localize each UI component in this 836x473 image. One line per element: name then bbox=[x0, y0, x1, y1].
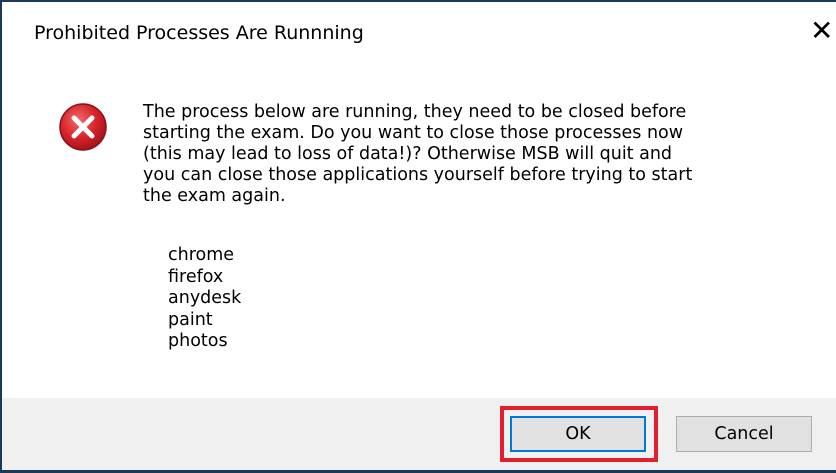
window-border-top bbox=[0, 0, 836, 2]
close-icon[interactable]: ✕ bbox=[810, 14, 836, 48]
process-item: anydesk bbox=[168, 288, 242, 308]
dialog-message: The process below are running, they need… bbox=[143, 102, 815, 207]
process-item: chrome bbox=[168, 245, 235, 265]
message-line: The process below are running, they need… bbox=[143, 102, 687, 122]
message-line: (this may lead to loss of data!)? Otherw… bbox=[143, 144, 673, 164]
process-item: photos bbox=[168, 331, 228, 351]
dialog-title: Prohibited Processes Are Runnning bbox=[34, 22, 364, 44]
process-list: chrome firefox anydesk paint photos bbox=[168, 245, 241, 353]
process-item: firefox bbox=[168, 266, 224, 287]
message-line: you can close those applications yoursel… bbox=[143, 165, 693, 185]
message-line: the exam again. bbox=[143, 186, 286, 206]
ok-button-highlight bbox=[500, 406, 658, 462]
error-icon bbox=[59, 103, 107, 151]
cancel-button[interactable]: Cancel bbox=[676, 416, 812, 452]
error-dialog: Prohibited Processes Are Runnning ✕ The … bbox=[0, 0, 836, 473]
message-line: starting the exam. Do you want to close … bbox=[143, 123, 684, 143]
process-item: paint bbox=[168, 309, 213, 330]
